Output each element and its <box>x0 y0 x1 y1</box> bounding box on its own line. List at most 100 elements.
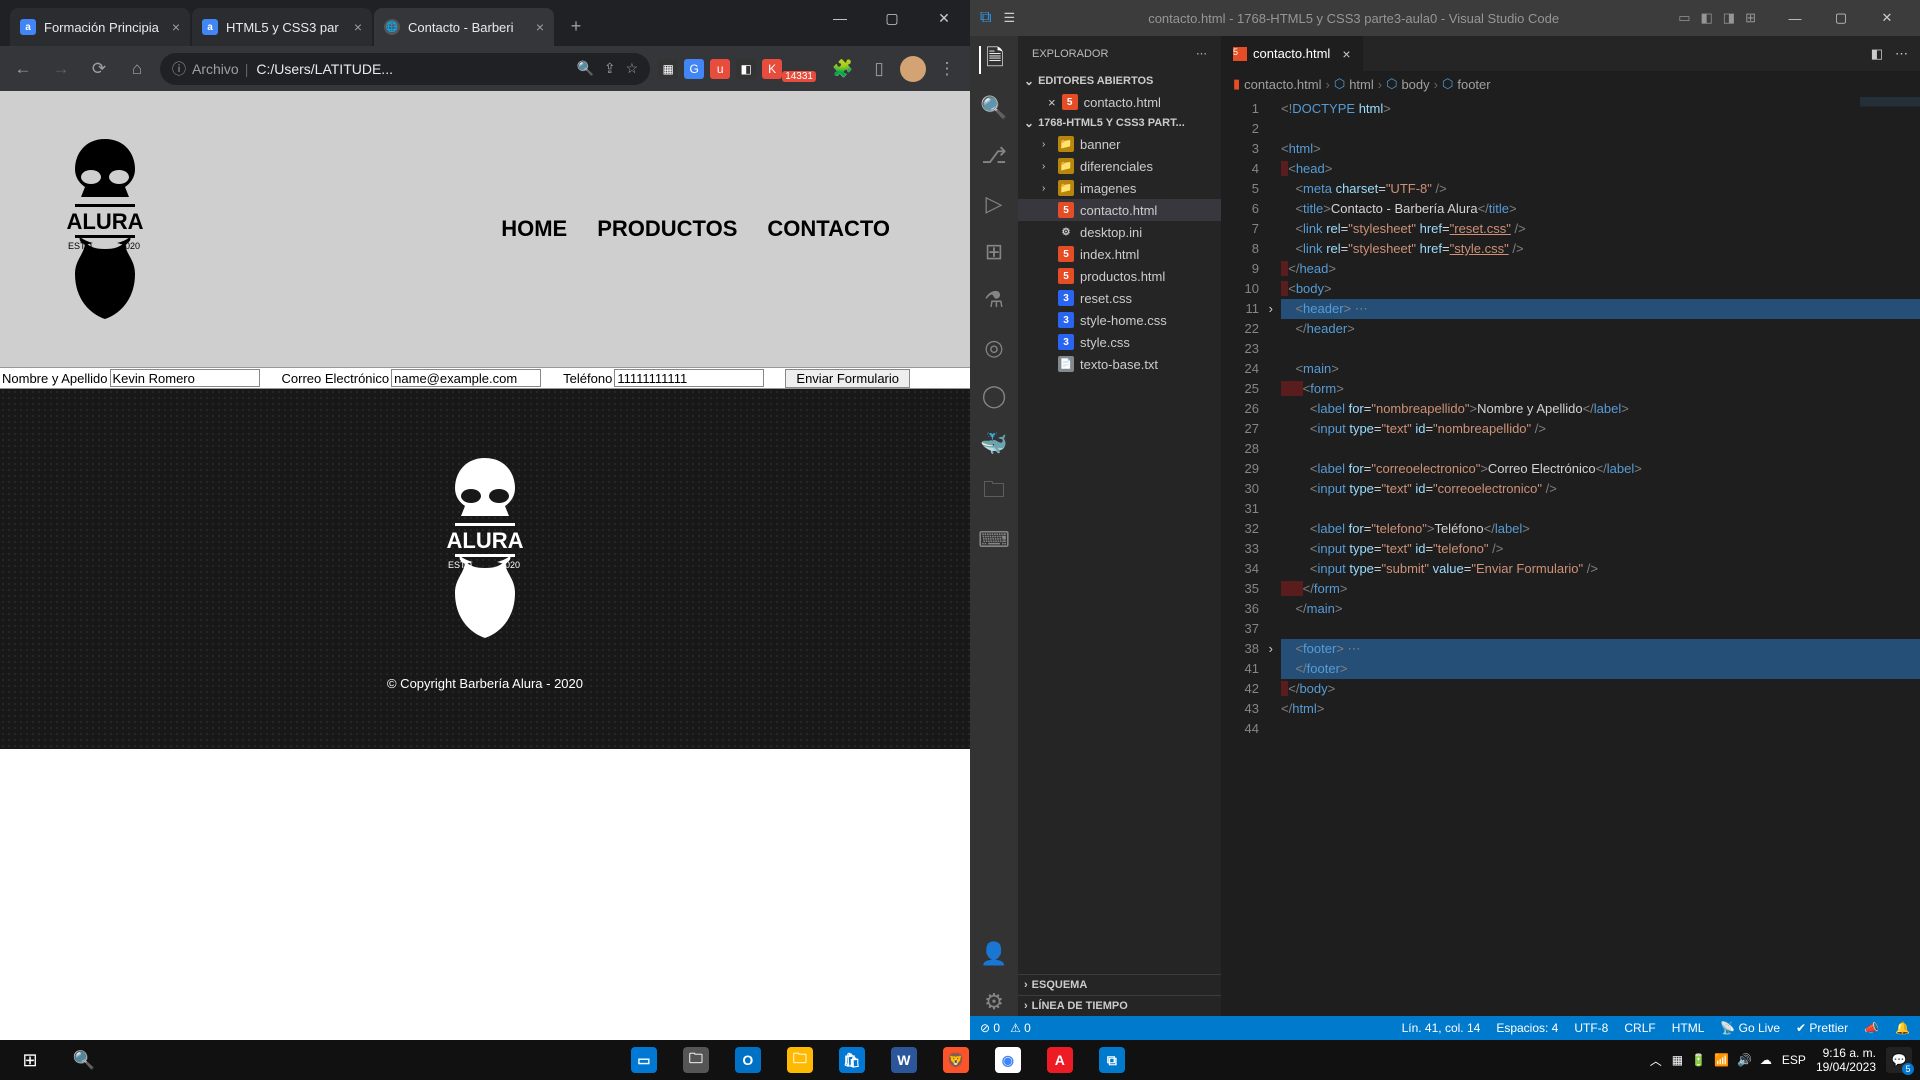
split-editor-icon[interactable]: ◧ <box>1871 46 1883 62</box>
clock[interactable]: 9:16 a. m. 19/04/2023 <box>1816 1046 1876 1074</box>
extension-icon[interactable]: ◧ <box>736 59 756 79</box>
name-input[interactable] <box>110 369 260 387</box>
minimap[interactable] <box>1860 97 1920 217</box>
close-icon[interactable]: × <box>354 19 362 35</box>
extension-icon[interactable]: K <box>762 59 782 79</box>
address-bar[interactable]: ⓘ Archivo | C:/Users/LATITUDE... 🔍 ⇪ ☆ <box>160 53 650 85</box>
folder-icon[interactable]: 🗀 <box>980 478 1008 506</box>
taskbar-app[interactable]: 🗀 <box>672 1040 720 1080</box>
file-item[interactable]: 5contacto.html <box>1018 199 1221 221</box>
ublock-extension-icon[interactable]: u <box>710 59 730 79</box>
browser-tab-0[interactable]: a Formación Principia × <box>10 8 190 46</box>
layout-icon[interactable]: ⊞ <box>1745 10 1756 26</box>
project-section[interactable]: ⌄ 1768-HTML5 Y CSS3 PART... <box>1018 113 1221 133</box>
crumb[interactable]: footer <box>1457 77 1490 92</box>
settings-icon[interactable]: ⚙ <box>980 988 1008 1016</box>
file-item[interactable]: 3reset.css <box>1018 287 1221 309</box>
close-icon[interactable]: × <box>536 19 544 35</box>
home-button[interactable]: ⌂ <box>122 54 152 84</box>
extensions-button[interactable]: 🧩 <box>828 54 858 84</box>
run-debug-icon[interactable]: ▷ <box>980 190 1008 218</box>
share-icon[interactable]: ⇪ <box>604 60 616 77</box>
action-center[interactable]: 💬 <box>1886 1047 1912 1073</box>
close-icon[interactable]: × <box>1342 46 1350 62</box>
eol[interactable]: CRLF <box>1624 1021 1655 1035</box>
file-item[interactable]: ⚙desktop.ini <box>1018 221 1221 243</box>
cursor-position[interactable]: Lín. 41, col. 14 <box>1402 1021 1481 1035</box>
close-icon[interactable]: × <box>1048 95 1056 110</box>
editor-tab[interactable]: 5 contacto.html × <box>1221 36 1364 71</box>
file-item[interactable]: 5productos.html <box>1018 265 1221 287</box>
start-button[interactable]: ⊞ <box>8 1040 52 1080</box>
search-button[interactable]: 🔍 <box>62 1040 106 1080</box>
timeline-section[interactable]: ›LÍNEA DE TIEMPO <box>1018 995 1221 1016</box>
source-control-icon[interactable]: ⎇ <box>980 142 1008 170</box>
taskbar-app-chrome[interactable]: ◉ <box>984 1040 1032 1080</box>
docker-icon[interactable]: 🐳 <box>980 430 1008 458</box>
nav-productos[interactable]: PRODUCTOS <box>597 216 737 242</box>
menu-button[interactable]: ⋮ <box>932 54 962 84</box>
folder-item[interactable]: ›📁banner <box>1018 133 1221 155</box>
search-icon[interactable]: 🔍 <box>576 60 593 77</box>
site-info[interactable]: ⓘ Archivo | <box>172 59 248 79</box>
breadcrumb[interactable]: ▮ contacto.html › ⬡ html › ⬡ body › ⬡ fo… <box>1221 71 1920 97</box>
more-icon[interactable]: ⋯ <box>1196 47 1207 60</box>
taskbar-app-explorer[interactable]: 🗀 <box>776 1040 824 1080</box>
sidepanel-button[interactable]: ▯ <box>864 54 894 84</box>
nav-contacto[interactable]: CONTACTO <box>767 216 890 242</box>
file-item[interactable]: 📄texto-base.txt <box>1018 353 1221 375</box>
feedback-icon[interactable]: 📣 <box>1864 1021 1879 1035</box>
extensions-icon[interactable]: ⊞ <box>980 238 1008 266</box>
open-editor-file[interactable]: × 5 contacto.html <box>1018 91 1221 113</box>
encoding[interactable]: UTF-8 <box>1574 1021 1608 1035</box>
notifications-icon[interactable]: 🔔 <box>1895 1021 1910 1035</box>
explorer-icon[interactable]: 🗎 <box>979 46 1007 74</box>
more-icon[interactable]: ⋯ <box>1895 46 1908 62</box>
prettier-status[interactable]: ✔ Prettier <box>1796 1021 1848 1035</box>
wifi-icon[interactable]: 📶 <box>1714 1053 1729 1067</box>
crumb[interactable]: contacto.html <box>1244 77 1321 92</box>
folder-item[interactable]: ›📁imagenes <box>1018 177 1221 199</box>
profile-avatar[interactable] <box>900 56 926 82</box>
indentation[interactable]: Espacios: 4 <box>1496 1021 1558 1035</box>
go-live[interactable]: 📡 Go Live <box>1720 1021 1780 1035</box>
tel-input[interactable] <box>614 369 764 387</box>
submit-button[interactable]: Enviar Formulario <box>785 369 910 388</box>
browser-tab-2[interactable]: 🌐 Contacto - Barberi × <box>374 8 554 46</box>
tray-icon[interactable]: ▦ <box>1672 1053 1683 1067</box>
chevron-up-icon[interactable]: ︿ <box>1650 1052 1662 1069</box>
toggle-sidebar-icon[interactable]: ◧ <box>1701 10 1713 26</box>
open-editors-section[interactable]: ⌄ EDITORES ABIERTOS <box>1018 71 1221 91</box>
close-button[interactable]: ✕ <box>1864 0 1910 36</box>
file-item[interactable]: 5index.html <box>1018 243 1221 265</box>
battery-icon[interactable]: 🔋 <box>1691 1053 1706 1067</box>
crumb[interactable]: html <box>1349 77 1374 92</box>
taskbar-app[interactable]: ▭ <box>620 1040 668 1080</box>
language-indicator[interactable]: ESP <box>1782 1053 1806 1067</box>
file-item[interactable]: 3style.css <box>1018 331 1221 353</box>
language-mode[interactable]: HTML <box>1672 1021 1705 1035</box>
toggle-panel-icon[interactable]: ▭ <box>1678 10 1690 26</box>
outline-section[interactable]: ›ESQUEMA <box>1018 974 1221 995</box>
taskbar-app-store[interactable]: 🛍 <box>828 1040 876 1080</box>
warnings-status[interactable]: ⚠ 0 <box>1010 1021 1031 1035</box>
close-icon[interactable]: × <box>172 19 180 35</box>
maximize-button[interactable]: ▢ <box>1818 0 1864 36</box>
translate-extension-icon[interactable]: G <box>684 59 704 79</box>
reload-button[interactable]: ⟳ <box>84 54 114 84</box>
maximize-button[interactable]: ▢ <box>866 0 918 36</box>
taskbar-app-vscode[interactable]: ⧉ <box>1088 1040 1136 1080</box>
email-input[interactable] <box>391 369 541 387</box>
forward-button[interactable]: → <box>46 54 76 84</box>
taskbar-app-acrobat[interactable]: A <box>1036 1040 1084 1080</box>
accounts-icon[interactable]: 👤 <box>980 940 1008 968</box>
new-tab-button[interactable]: + <box>562 12 590 40</box>
folder-item[interactable]: ›📁diferenciales <box>1018 155 1221 177</box>
taskbar-app-brave[interactable]: 🦁 <box>932 1040 980 1080</box>
search-icon[interactable]: 🔍 <box>980 94 1008 122</box>
taskbar-app-word[interactable]: W <box>880 1040 928 1080</box>
nav-home[interactable]: HOME <box>501 216 567 242</box>
code-editor[interactable]: 1234567891011222324252627282930313233343… <box>1221 97 1920 1016</box>
menu-button[interactable]: ☰ <box>1003 10 1015 26</box>
back-button[interactable]: ← <box>8 54 38 84</box>
